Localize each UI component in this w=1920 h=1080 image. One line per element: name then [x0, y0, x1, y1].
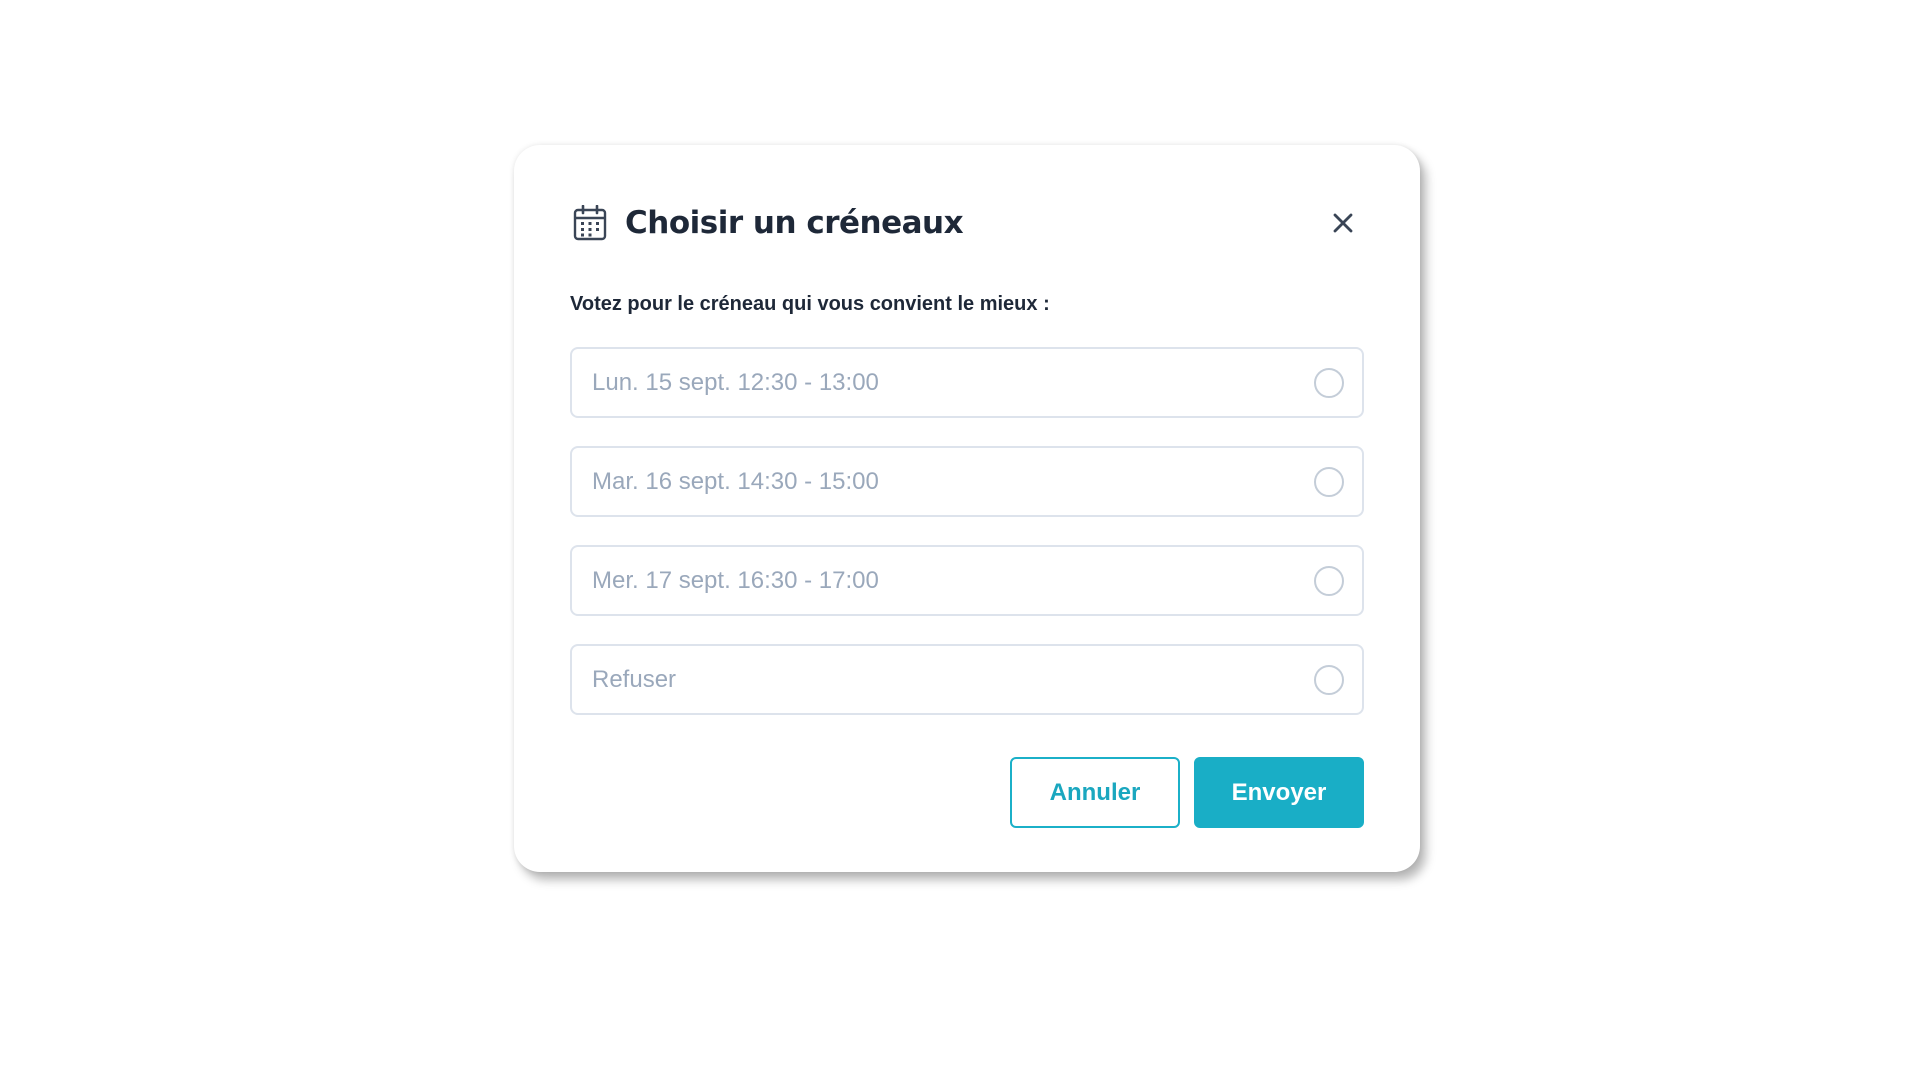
radio-button[interactable] — [1314, 664, 1344, 695]
slot-option-label: Mar. 16 sept. 14:30 - 15:00 — [592, 467, 879, 495]
dialog-header: Choisir un créneaux — [571, 193, 1363, 253]
dialog-title: Choisir un créneaux — [625, 205, 964, 241]
calendar-icon — [571, 204, 609, 242]
close-button[interactable] — [1323, 203, 1363, 243]
slot-option-refuse[interactable]: Refuser — [570, 644, 1364, 715]
vote-slot-dialog: Choisir un créneaux Votez pour le crénea… — [514, 145, 1420, 872]
slot-option-label: Lun. 15 sept. 12:30 - 13:00 — [592, 368, 879, 396]
cancel-button[interactable]: Annuler — [1010, 757, 1180, 828]
dialog-instruction: Votez pour le créneau qui vous convient … — [570, 293, 1050, 315]
slot-option-label: Refuser — [592, 665, 677, 693]
slot-options-list: Lun. 15 sept. 12:30 - 13:00 Mar. 16 sept… — [570, 347, 1364, 743]
slot-option-monday[interactable]: Lun. 15 sept. 12:30 - 13:00 — [570, 347, 1364, 418]
dialog-actions: Annuler Envoyer — [1010, 757, 1364, 828]
slot-option-tuesday[interactable]: Mar. 16 sept. 14:30 - 15:00 — [570, 446, 1364, 517]
slot-option-wednesday[interactable]: Mer. 17 sept. 16:30 - 17:00 — [570, 545, 1364, 616]
radio-button[interactable] — [1314, 466, 1344, 497]
send-button[interactable]: Envoyer — [1194, 757, 1364, 828]
page-background: Choisir un créneaux Votez pour le crénea… — [0, 0, 1920, 1080]
close-icon — [1333, 213, 1353, 233]
slot-option-label: Mer. 17 sept. 16:30 - 17:00 — [592, 566, 879, 594]
radio-button[interactable] — [1314, 565, 1344, 596]
radio-button[interactable] — [1314, 367, 1344, 398]
